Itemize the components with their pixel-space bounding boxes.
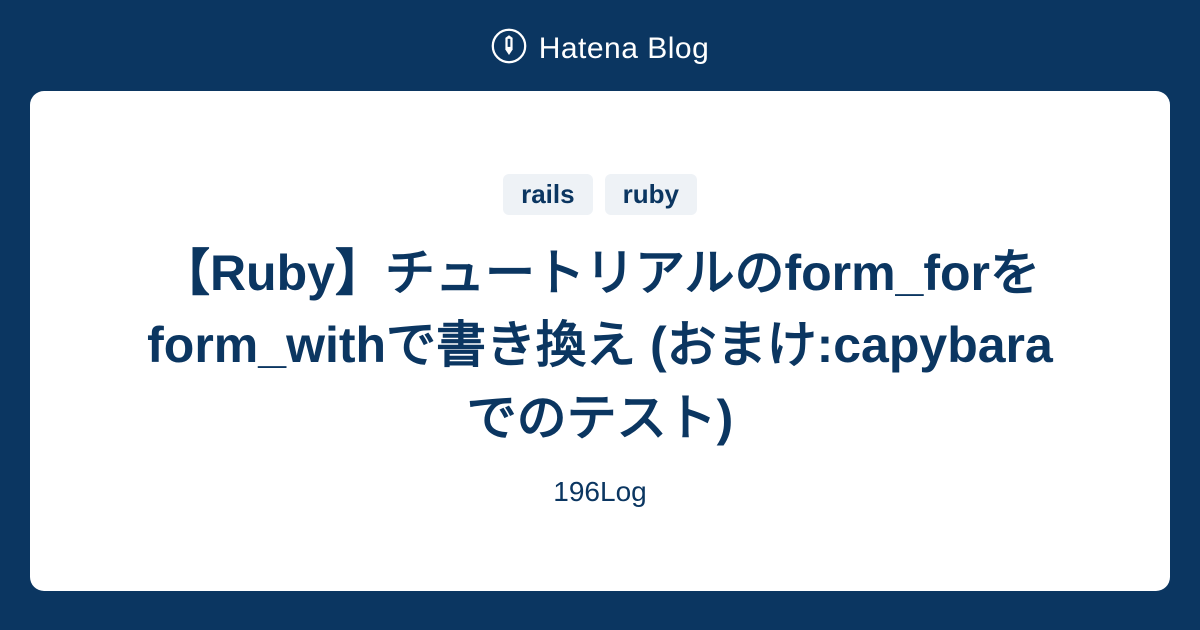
site-brand-text: Hatena Blog xyxy=(539,32,710,66)
tag-item[interactable]: ruby xyxy=(605,174,697,215)
site-header: Hatena Blog xyxy=(491,0,710,91)
article-card: rails ruby 【Ruby】チュートリアルのform_forをform_w… xyxy=(30,91,1170,591)
blog-name[interactable]: 196Log xyxy=(553,476,646,508)
tag-item[interactable]: rails xyxy=(503,174,593,215)
tag-list: rails ruby xyxy=(503,174,697,215)
article-title: 【Ruby】チュートリアルのform_forをform_withで書き換え (お… xyxy=(140,237,1060,455)
hatena-logo-icon xyxy=(491,28,527,69)
